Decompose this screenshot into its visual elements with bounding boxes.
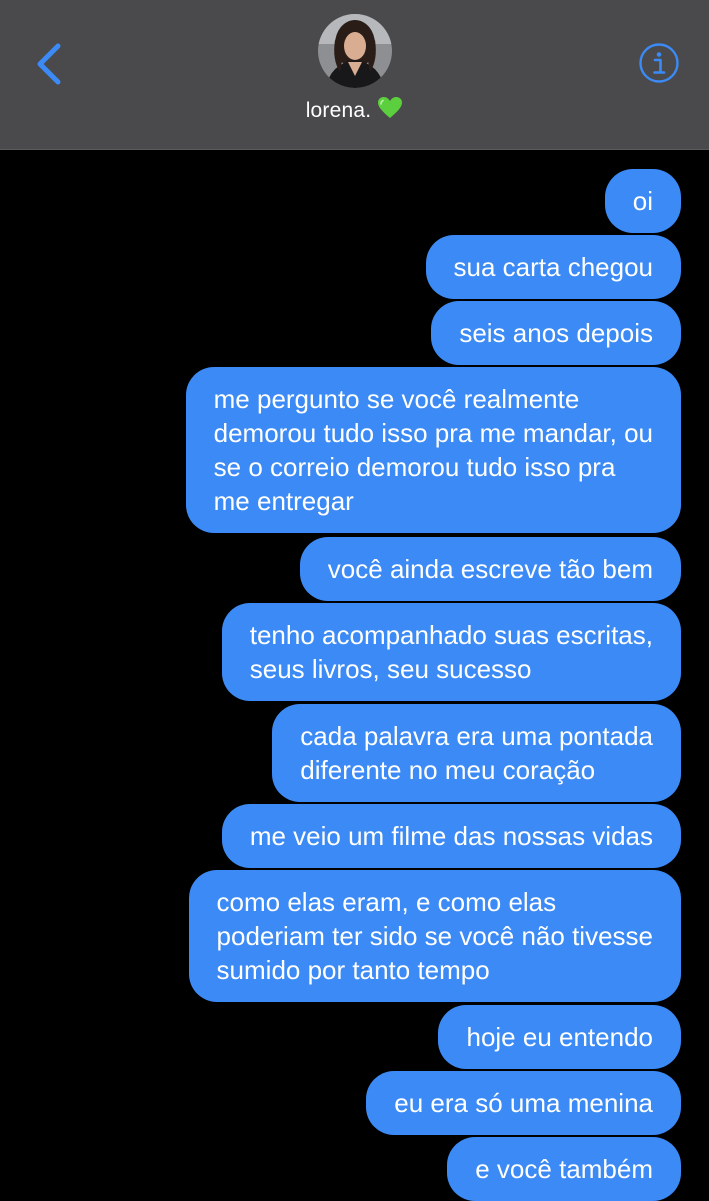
- conversation-header: lorena.: [0, 0, 709, 150]
- back-button[interactable]: [30, 40, 70, 88]
- message-text-line: demorou tudo isso pra me mandar, ou: [213, 418, 653, 448]
- message-text-line: me veio um filme das nossas vidas: [249, 821, 653, 851]
- message-text-line: sumido por tanto tempo: [216, 955, 490, 985]
- message-bubble-sent[interactable]: seis anos depois: [431, 301, 681, 365]
- message-text-line: eu era só uma menina: [394, 1088, 653, 1118]
- message-text-line: como elas eram, e como elas: [216, 887, 557, 917]
- message-text-line: oi: [632, 186, 653, 216]
- message-bubble-sent[interactable]: como elas eram, e como elas poderiam ter…: [188, 870, 681, 1002]
- message-text-line: diferente no meu coração: [300, 755, 596, 785]
- message-text-line: seis anos depois: [459, 318, 653, 348]
- message-text-line: e você também: [475, 1154, 653, 1184]
- message-bubble-sent[interactable]: oi: [604, 169, 681, 233]
- message-text-line: você ainda escreve tão bem: [327, 554, 653, 584]
- message-bubble-sent[interactable]: sua carta chegou: [425, 235, 681, 299]
- green-heart-icon: [378, 97, 403, 118]
- message-bubble-sent[interactable]: e você também: [447, 1137, 681, 1201]
- message-thread[interactable]: oi sua carta chegou seis anos depois me …: [0, 150, 709, 1201]
- message-text-line: poderiam ter sido se você não tivesse: [216, 921, 653, 951]
- contact-name[interactable]: lorena.: [0, 96, 709, 123]
- message-bubble-sent[interactable]: hoje eu entendo: [438, 1005, 681, 1069]
- message-bubble-sent[interactable]: você ainda escreve tão bem: [299, 537, 681, 601]
- message-text-line: se o correio demorou tudo isso pra: [213, 452, 616, 482]
- message-text-line: sua carta chegou: [453, 252, 653, 282]
- message-text-line: me entregar: [213, 486, 354, 516]
- message-bubble-sent[interactable]: me pergunto se você realmente demorou tu…: [185, 367, 681, 533]
- message-bubble-sent[interactable]: cada palavra era uma pontada diferente n…: [272, 704, 681, 802]
- avatar[interactable]: [318, 14, 392, 88]
- info-button[interactable]: [638, 42, 680, 84]
- message-text-line: seus livros, seu sucesso: [249, 654, 532, 684]
- message-bubble-sent[interactable]: eu era só uma menina: [366, 1071, 681, 1135]
- message-text-line: cada palavra era uma pontada: [300, 721, 653, 751]
- message-bubble-sent[interactable]: me veio um filme das nossas vidas: [221, 804, 681, 868]
- chevron-left-icon: [37, 43, 61, 85]
- message-text-line: me pergunto se você realmente: [213, 384, 580, 414]
- info-circle-icon: [639, 43, 679, 83]
- message-bubble-sent[interactable]: tenho acompanhado suas escritas, seus li…: [221, 603, 681, 701]
- contact-name-label: lorena.: [305, 99, 372, 122]
- message-text-line: tenho acompanhado suas escritas,: [249, 620, 653, 650]
- message-text-line: hoje eu entendo: [466, 1022, 653, 1052]
- contact-photo: [318, 14, 392, 88]
